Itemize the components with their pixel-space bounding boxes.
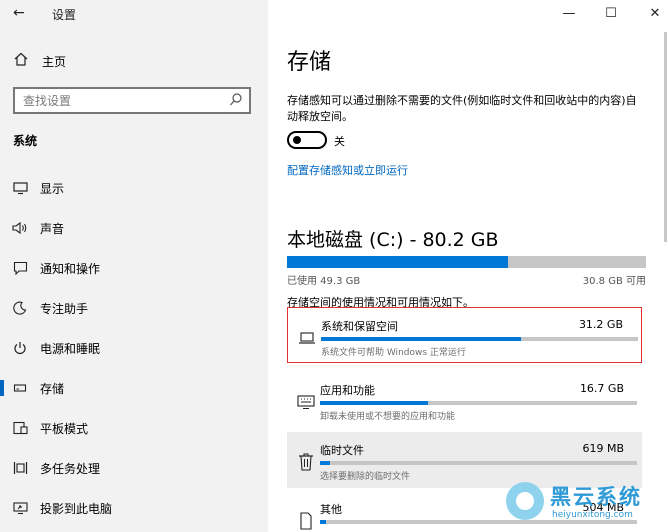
keyboard-icon bbox=[296, 392, 316, 412]
disk-free-label: 30.8 GB 可用 bbox=[582, 276, 646, 287]
minimize-button[interactable]: — bbox=[561, 6, 577, 21]
watermark-title: 黑云系统 bbox=[550, 485, 642, 509]
disk-usage-bar bbox=[287, 256, 646, 268]
back-arrow-icon[interactable]: ← bbox=[13, 5, 25, 21]
power-icon bbox=[12, 340, 28, 356]
maximize-button[interactable]: ☐ bbox=[603, 6, 619, 21]
watermark-url: heiyunxitong.com bbox=[552, 510, 633, 520]
category-subtext: 选择要删除的临时文件 bbox=[320, 472, 411, 482]
display-icon bbox=[12, 180, 28, 196]
sidebar-item-label: 多任务处理 bbox=[40, 461, 101, 476]
storage-icon bbox=[12, 380, 28, 396]
sidebar-item-projection[interactable]: 投影到此电脑 bbox=[0, 488, 268, 528]
category-system-reserved[interactable]: 系统和保留空间 31.2 GB 系统文件可帮助 Windows 正常运行 bbox=[287, 307, 642, 363]
sidebar-item-focus-assist[interactable]: 专注助手 bbox=[0, 288, 268, 328]
active-indicator bbox=[0, 380, 4, 396]
close-button[interactable]: ✕ bbox=[647, 6, 663, 21]
category-size: 31.2 GB bbox=[578, 318, 623, 331]
disk-title: 本地磁盘 (C:) - 80.2 GB bbox=[287, 229, 499, 251]
category-name: 临时文件 bbox=[320, 444, 364, 457]
sidebar: ← 设置 主页 系统 显示 声音 bbox=[0, 0, 268, 532]
category-apps-features[interactable]: 应用和功能 16.7 GB 卸载未使用或不想要的应用和功能 bbox=[287, 372, 642, 428]
storage-sense-description: 存储感知可以通过删除不需要的文件(例如临时文件和回收站中的内容)自动释放空间。 bbox=[287, 94, 637, 123]
category-bar-fill bbox=[321, 337, 521, 341]
category-name: 应用和功能 bbox=[320, 384, 375, 397]
category-bar-fill bbox=[320, 401, 428, 405]
trash-icon bbox=[296, 452, 316, 472]
sidebar-item-display[interactable]: 显示 bbox=[0, 168, 268, 208]
category-subtext: 卸载未使用或不想要的应用和功能 bbox=[320, 412, 456, 422]
sidebar-nav: 显示 声音 通知和操作 专注助手 电源和睡眠 存储 平板模式 多任务处理 投影到… bbox=[0, 168, 268, 528]
tablet-mode-icon bbox=[12, 420, 28, 436]
window-title: 设置 bbox=[52, 8, 77, 22]
search-box[interactable] bbox=[13, 87, 251, 114]
home-icon bbox=[14, 52, 30, 70]
sidebar-item-sound[interactable]: 声音 bbox=[0, 208, 268, 248]
sidebar-item-label: 主页 bbox=[42, 54, 67, 69]
sidebar-item-label: 平板模式 bbox=[40, 421, 89, 436]
toggle-state-label: 关 bbox=[334, 135, 345, 148]
section-title: 系统 bbox=[13, 134, 38, 148]
disk-used-label: 已使用 49.3 GB bbox=[287, 276, 361, 287]
category-name: 系统和保留空间 bbox=[321, 320, 398, 333]
sidebar-item-tablet-mode[interactable]: 平板模式 bbox=[0, 408, 268, 448]
sidebar-item-home[interactable]: 主页 bbox=[14, 51, 66, 71]
file-icon bbox=[296, 511, 316, 531]
notification-icon bbox=[12, 260, 28, 276]
search-input[interactable] bbox=[15, 89, 215, 112]
search-icon[interactable] bbox=[229, 92, 243, 108]
storage-sense-toggle[interactable] bbox=[287, 131, 327, 149]
configure-storage-sense-link[interactable]: 配置存储感知或立即运行 bbox=[287, 162, 408, 178]
category-bar-fill bbox=[320, 461, 330, 465]
focus-assist-icon bbox=[12, 300, 28, 316]
sidebar-item-label: 存储 bbox=[40, 381, 65, 396]
sidebar-item-label: 声音 bbox=[40, 221, 65, 236]
main-content: — ☐ ✕ 存储 存储感知可以通过删除不需要的文件(例如临时文件和回收站中的内容… bbox=[268, 0, 668, 532]
page-title: 存储 bbox=[287, 50, 332, 75]
category-name: 其他 bbox=[320, 503, 342, 516]
watermark-logo: 黑云系统 heiyunxitong.com bbox=[500, 478, 668, 532]
sidebar-item-multitasking[interactable]: 多任务处理 bbox=[0, 448, 268, 488]
watermark-logo-icon bbox=[506, 482, 544, 520]
sidebar-item-label: 投影到此电脑 bbox=[40, 501, 113, 516]
category-size: 619 MB bbox=[582, 442, 624, 455]
projection-icon bbox=[12, 500, 28, 516]
sidebar-item-label: 电源和睡眠 bbox=[40, 341, 101, 356]
sidebar-item-power[interactable]: 电源和睡眠 bbox=[0, 328, 268, 368]
sidebar-item-notifications[interactable]: 通知和操作 bbox=[0, 248, 268, 288]
laptop-icon bbox=[297, 328, 317, 348]
sidebar-item-label: 专注助手 bbox=[40, 301, 89, 316]
sound-icon bbox=[12, 220, 28, 236]
sidebar-item-label: 通知和操作 bbox=[40, 261, 101, 276]
category-bar bbox=[321, 337, 638, 341]
toggle-knob bbox=[293, 136, 301, 144]
titlebar-left: ← 设置 bbox=[0, 0, 268, 30]
multitasking-icon bbox=[12, 460, 28, 476]
sidebar-item-label: 显示 bbox=[40, 181, 65, 196]
category-subtext: 系统文件可帮助 Windows 正常运行 bbox=[321, 348, 466, 358]
category-bar bbox=[320, 401, 637, 405]
category-bar-fill bbox=[320, 520, 327, 524]
disk-usage-fill bbox=[287, 256, 508, 268]
category-size: 16.7 GB bbox=[579, 382, 624, 395]
sidebar-item-storage[interactable]: 存储 bbox=[0, 368, 268, 408]
category-bar bbox=[320, 461, 637, 465]
scrollbar[interactable] bbox=[664, 32, 667, 242]
